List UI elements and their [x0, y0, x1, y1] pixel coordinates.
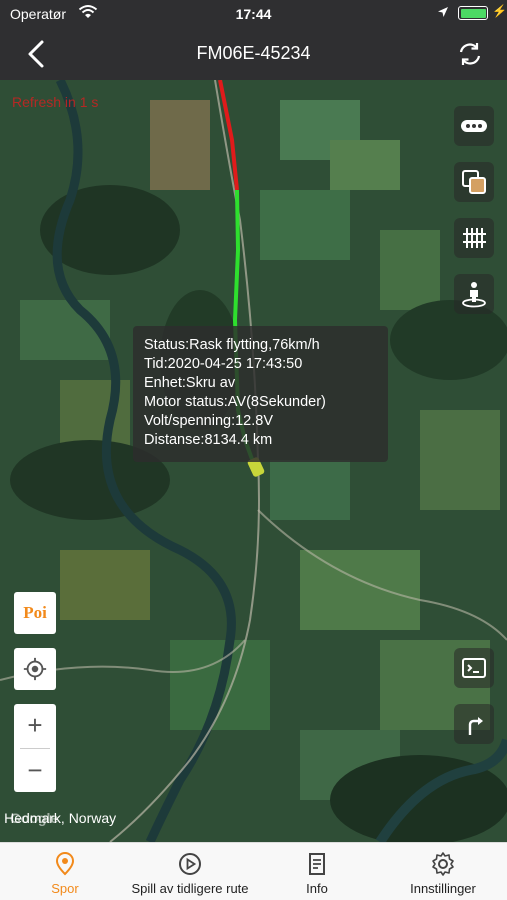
zoom-in-button[interactable]: + [14, 704, 56, 747]
charging-icon: ⚡ [492, 4, 507, 18]
tab-bar: Spor Spill av tidligere rute Info Innsti… [0, 842, 507, 900]
play-circle-icon [179, 853, 201, 875]
fence-icon [463, 228, 486, 248]
zoom-out-button[interactable]: − [14, 749, 56, 792]
map-attribution: Google Hedmark, Norway [4, 810, 116, 826]
tab-label: Info [306, 881, 328, 896]
direction-icon [468, 717, 483, 735]
tab-label: Innstillinger [410, 881, 476, 896]
document-icon [309, 853, 325, 875]
street-view-button[interactable] [454, 274, 494, 314]
street-view-icon [462, 282, 486, 308]
clock: 17:44 [235, 6, 272, 22]
vehicle-motor: Motor status:AV(8Sekunder) [144, 394, 326, 410]
refresh-countdown: Refresh in 1 s [12, 94, 99, 110]
vehicle-voltage: Volt/spenning:12.8V [144, 413, 273, 429]
vehicle-time: Tid:2020-04-25 17:43:50 [144, 356, 303, 372]
location-pin-icon [55, 851, 75, 876]
fence-button[interactable] [454, 218, 494, 258]
poi-button[interactable]: Poi [14, 592, 56, 634]
crosshair-icon [23, 657, 47, 681]
map-view[interactable]: Refresh in 1 s Status:Rask flytting,76km… [0, 80, 507, 842]
console-icon [462, 658, 486, 678]
more-icon [461, 120, 487, 132]
vehicle-device: Enhet:Skru av [144, 375, 236, 391]
top-bar: Operatør 17:44 ⚡ FM06E-45234 [0, 0, 507, 80]
tab-info[interactable]: Info [287, 843, 347, 900]
gear-icon [432, 852, 454, 876]
vehicle-info-popup: Status:Rask flytting,76km/h Tid:2020-04-… [133, 326, 388, 462]
zoom-control: + − [14, 704, 56, 792]
tab-label: Spill av tidligere rute [131, 881, 249, 896]
layers-button[interactable] [454, 162, 494, 202]
poi-label: Poi [23, 603, 47, 622]
console-button[interactable] [454, 648, 494, 688]
tab-settings[interactable]: Innstillinger [398, 843, 488, 900]
tab-label: Spor [51, 881, 79, 896]
vehicle-status: Status:Rask flytting,76km/h [144, 337, 320, 353]
more-button[interactable] [454, 106, 494, 146]
region-label: Hedmark, Norway [4, 810, 117, 826]
page-title: FM06E-45234 [196, 43, 311, 63]
status-bar: Operatør 17:44 ⚡ [0, 0, 507, 30]
vehicle-distance: Distanse:8134.4 km [144, 432, 273, 448]
location-services-icon [438, 7, 448, 17]
refresh-icon[interactable] [456, 40, 484, 68]
layers-icon [462, 170, 486, 194]
battery-icon [458, 6, 488, 20]
nav-bar: FM06E-45234 [0, 30, 507, 80]
tab-spor[interactable]: Spor [30, 843, 100, 900]
direction-button[interactable] [454, 704, 494, 744]
tab-replay[interactable]: Spill av tidligere rute [115, 843, 265, 900]
locate-button[interactable] [14, 648, 56, 690]
